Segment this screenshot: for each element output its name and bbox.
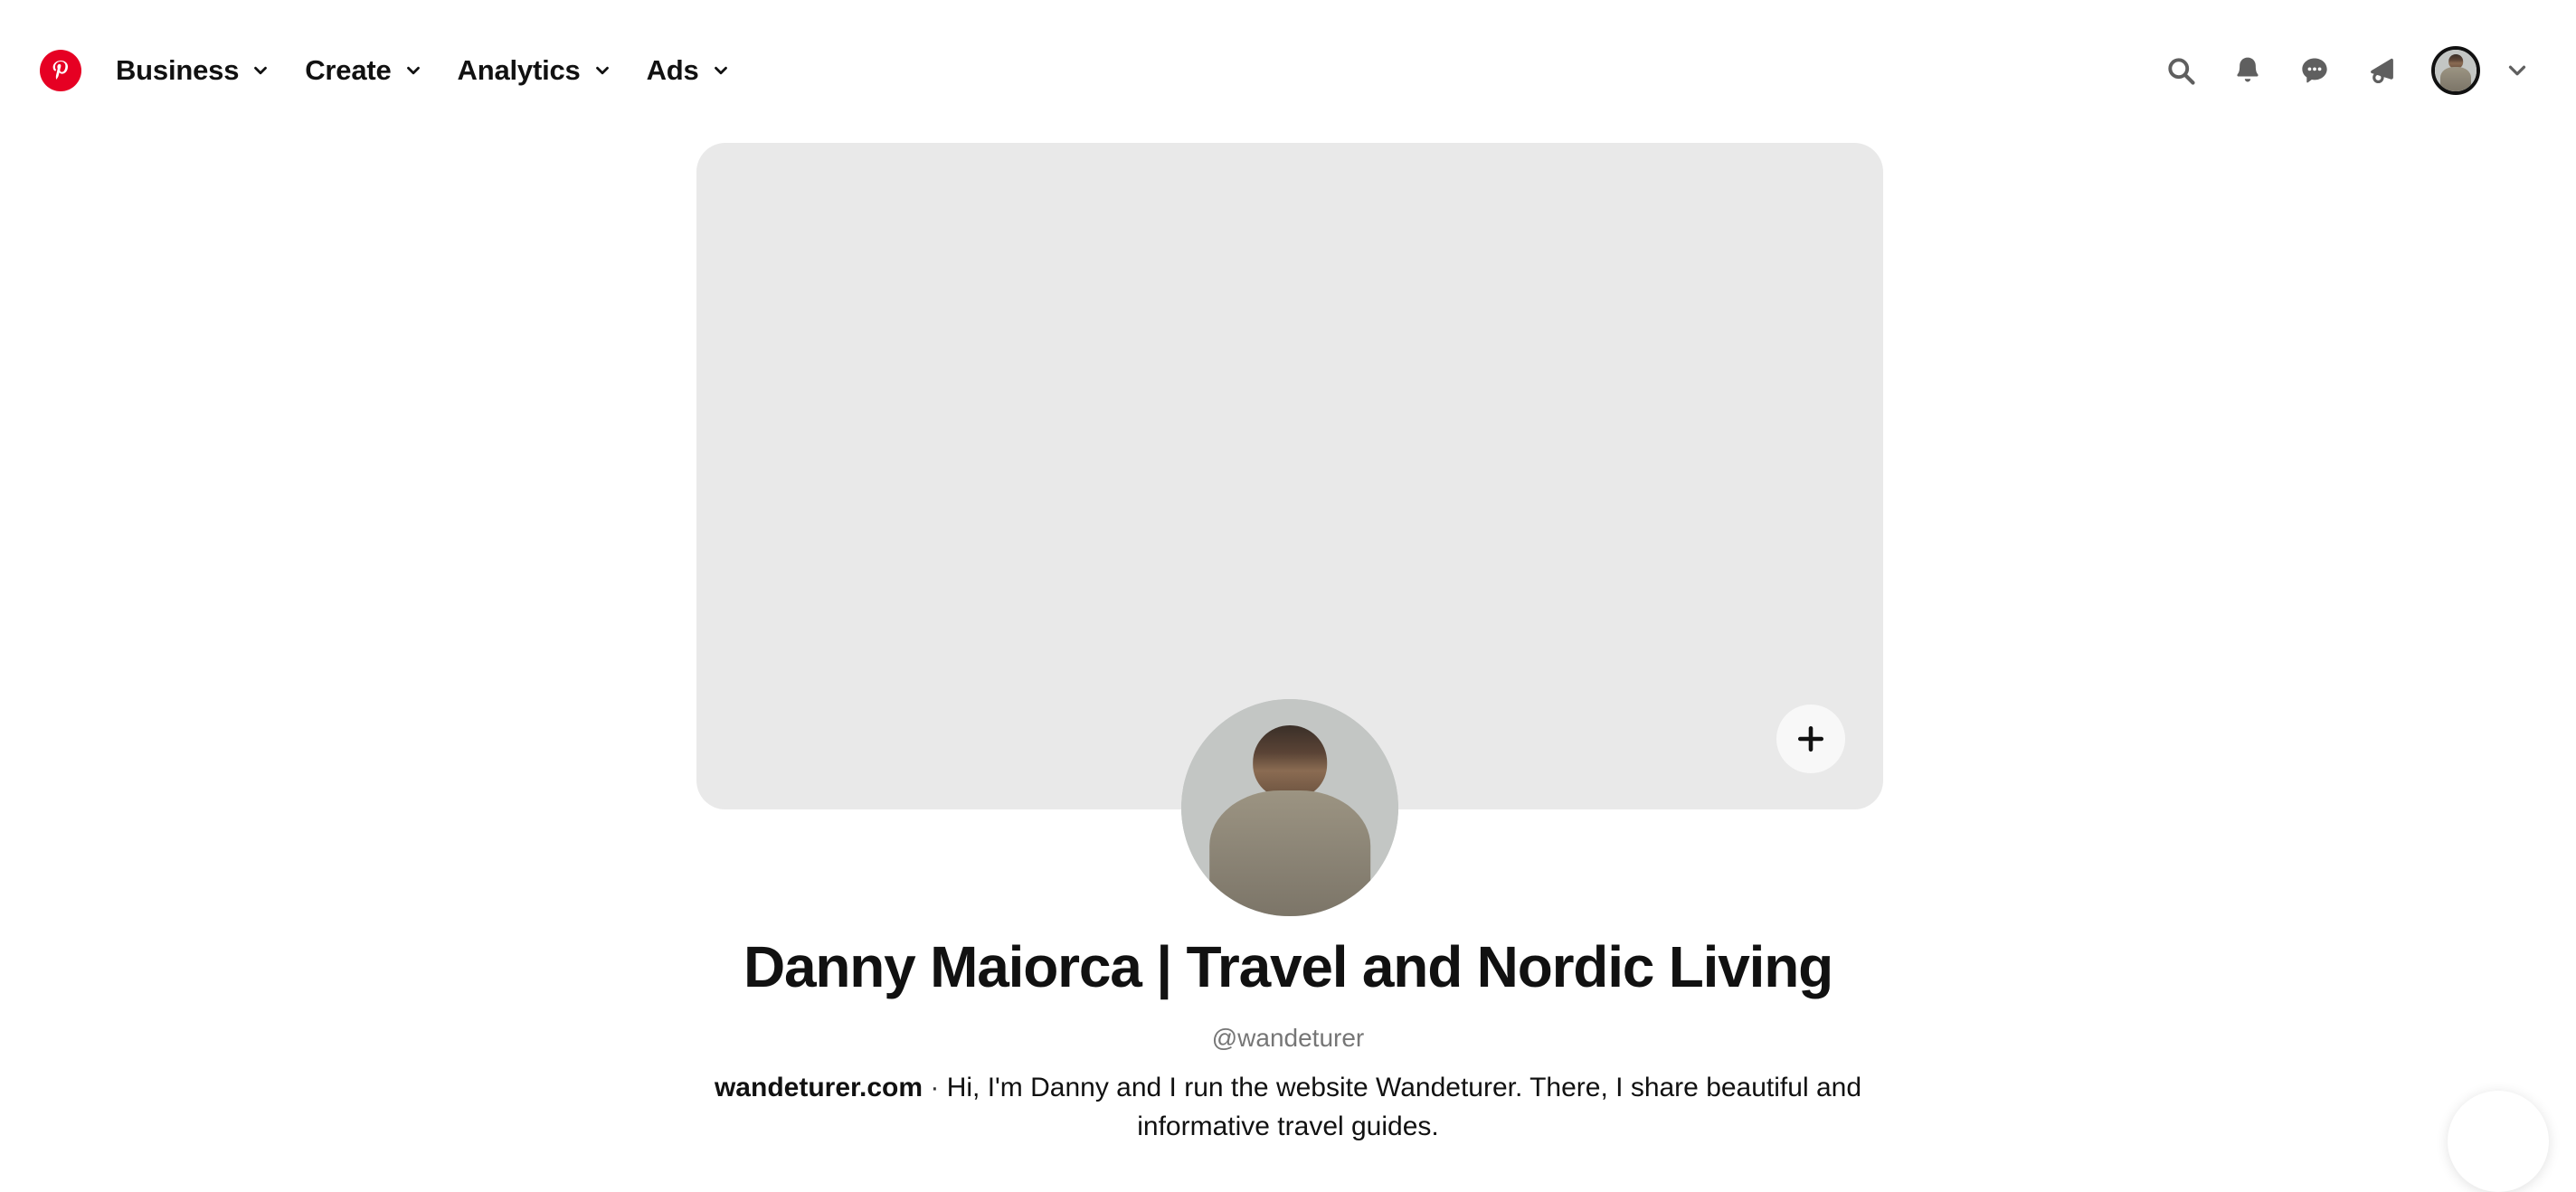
profile-avatar-photo — [1181, 699, 1398, 916]
account-menu-chevron-down-icon[interactable] — [2493, 46, 2542, 95]
chevron-down-icon — [403, 61, 423, 80]
nav-item-ads-label: Ads — [647, 54, 699, 87]
search-icon[interactable] — [2151, 41, 2211, 100]
profile-bio-text: Hi, I'm Danny and I run the website Wand… — [947, 1073, 1861, 1141]
help-fab-icon[interactable] — [2448, 1091, 2549, 1192]
messages-icon[interactable] — [2285, 41, 2344, 100]
megaphone-icon[interactable] — [2352, 41, 2411, 100]
pinterest-logo-icon[interactable] — [40, 50, 81, 91]
profile-bio: wandeturer.com · Hi, I'm Danny and I run… — [700, 1069, 1876, 1146]
nav-item-ads[interactable]: Ads — [647, 54, 731, 87]
bell-icon[interactable] — [2218, 41, 2278, 100]
nav-item-business-label: Business — [116, 54, 239, 87]
avatar[interactable] — [2431, 46, 2480, 95]
profile-avatar[interactable] — [1181, 699, 1398, 916]
bio-separator: · — [923, 1073, 947, 1102]
nav-item-business[interactable]: Business — [116, 54, 270, 87]
header-left-group: Business Create Analytics Ads — [0, 50, 731, 91]
chevron-down-icon — [251, 61, 270, 80]
page-title: Danny Maiorca | Travel and Nordic Living — [0, 935, 2576, 1000]
header-right-group — [2144, 0, 2542, 140]
chevron-down-icon — [592, 61, 612, 80]
top-navigation-bar: Business Create Analytics Ads — [0, 0, 2576, 140]
profile-website-link[interactable]: wandeturer.com — [715, 1073, 923, 1102]
nav-item-create[interactable]: Create — [305, 54, 422, 87]
nav-item-analytics-label: Analytics — [458, 54, 581, 87]
nav-item-analytics[interactable]: Analytics — [458, 54, 612, 87]
chevron-down-icon — [711, 61, 731, 80]
avatar-photo — [2435, 50, 2477, 91]
add-cover-button[interactable] — [1776, 705, 1845, 773]
nav-item-create-label: Create — [305, 54, 391, 87]
profile-handle: @wandeturer — [0, 1024, 2576, 1053]
plus-icon — [1794, 722, 1828, 756]
